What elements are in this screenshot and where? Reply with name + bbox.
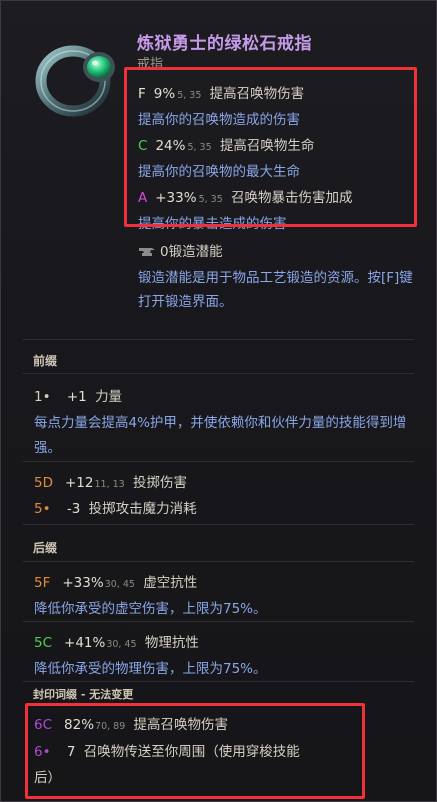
prefix-desc-line2: 强。 [34,440,61,456]
tier-label: 5D [34,475,53,491]
prefix-desc-line1: 每点力量会提高4%护甲，并使依赖你和伙伴力量的技能得到增 [34,415,407,431]
prefix-section-title: 前缀 [33,354,58,368]
forge-desc-line2: 打开锻造界面。 [138,294,233,310]
stat-value: +41% [64,635,106,651]
tier-label: 1• [34,389,51,405]
stat-name: 投掷伤害 [133,475,187,491]
prefix-row-2: 5D +1211, 13 投掷伤害 [34,471,187,491]
suffix-desc-2: 降低你承受的物理伤害，上限为75%。 [34,661,267,677]
prefix-row-1: 1• +1 力量 [34,385,122,405]
item-name: 炼狱勇士的绿松石戒指 [137,34,312,54]
sealed-section-title: 封印词缀 - 无法变更 [33,688,134,701]
divider [23,561,414,562]
stat-range: 30, 45 [104,579,135,590]
item-tooltip: 炼狱勇士的绿松石戒指 戒指 F 9% 5, 35 提高召唤物伤害 提高你的召唤物造成… [0,0,437,802]
stat-value: +1 [66,389,87,405]
divider [23,681,414,682]
suffix-row-2: 5C +41%30, 45 物理抗性 [34,631,199,651]
forge-potential-row: 0锻造潜能 [138,240,223,260]
stat-value: +12 [64,475,94,491]
highlight-box-sealed [25,703,365,799]
highlight-box-implicits [124,67,417,227]
suffix-row-1: 5F +33%30, 45 虚空抗性 [34,571,197,591]
divider [23,621,414,622]
divider [23,461,414,462]
tier-label: 5• [34,501,51,517]
turquoise-ring-icon [35,45,115,117]
divider [23,339,414,340]
stat-name: 力量 [95,389,123,405]
divider [23,524,414,525]
stat-value: +33% [62,575,104,591]
tier-label: 5F [34,575,51,591]
divider [23,373,414,374]
forge-potential-value: 0锻造潜能 [160,244,223,260]
stat-name: 虚空抗性 [143,575,198,591]
tier-label: 5C [34,635,53,651]
suffix-desc-1: 降低你承受的虚空伤害，上限为75%。 [34,601,267,617]
forge-desc-line1: 锻造潜能是用于物品工艺锻造的资源。按[F]键 [138,270,413,286]
prefix-row-3: 5• -3 投掷攻击魔力消耗 [34,497,197,517]
suffix-section-title: 后缀 [33,541,58,555]
stat-range: 30, 45 [106,639,137,650]
stat-range: 11, 13 [94,479,125,490]
stat-name: 物理抗性 [144,635,199,651]
stat-value: -3 [66,501,81,517]
anvil-icon [139,248,155,256]
stat-name: 投掷攻击魔力消耗 [88,501,197,517]
